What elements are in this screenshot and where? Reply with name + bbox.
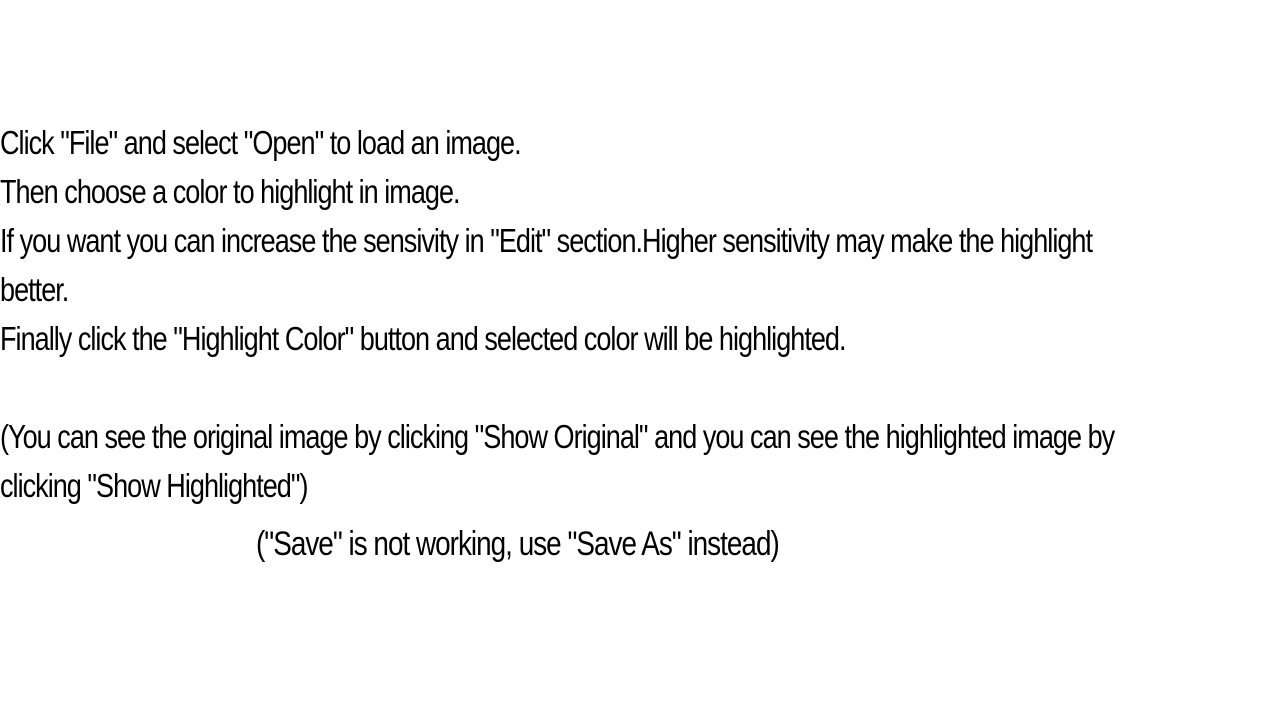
instruction-show-highlighted: clicking "Show Highlighted") [0,467,309,504]
instruction-sensitivity: If you want you can increase the sensivi… [0,222,1093,259]
save-note: ("Save" is not working, use "Save As" in… [256,525,780,563]
instruction-show-original: (You can see the original image by click… [0,418,1115,455]
instruction-sensitivity-continued: better. [0,271,69,308]
instructions-text: Click "File" and select "Open" to load a… [0,118,1280,510]
instruction-choose-color: Then choose a color to highlight in imag… [0,173,461,210]
instruction-highlight-button: Finally click the "Highlight Color" butt… [0,320,847,357]
instruction-open-file: Click "File" and select "Open" to load a… [0,124,522,161]
